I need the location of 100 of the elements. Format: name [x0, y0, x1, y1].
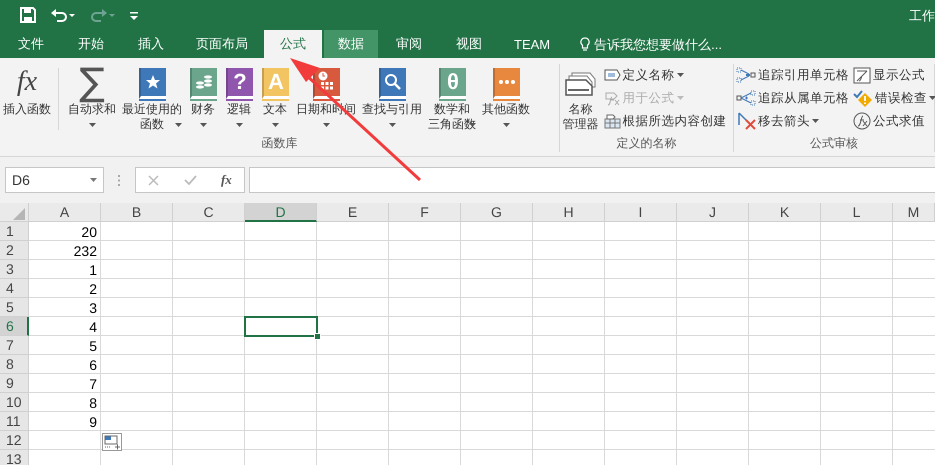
button-label: 财务	[191, 102, 215, 117]
function-tag-icon	[604, 90, 621, 106]
button-label: 查找与引用	[362, 102, 422, 117]
column-header[interactable]: J	[677, 203, 749, 222]
column-header[interactable]: H	[533, 203, 605, 222]
ribbon-menu-button[interactable]: 追踪引用单元格	[736, 64, 849, 86]
ribbon-button[interactable]: ∑ 自动求和	[65, 64, 119, 134]
column-header[interactable]: E	[317, 203, 389, 222]
button-label: 最近使用的 函数	[122, 102, 182, 132]
book-icon: θ	[438, 68, 466, 98]
ribbon-tab[interactable]: 公式	[264, 30, 322, 58]
trace-arrows-icon	[736, 90, 756, 106]
column-header[interactable]: A	[29, 203, 101, 222]
row-header[interactable]: 12	[0, 431, 29, 450]
button-label: 定义名称	[622, 66, 675, 84]
button-label: 根据所选内容创建	[622, 112, 727, 130]
column-header[interactable]: L	[821, 203, 893, 222]
table-create-icon	[604, 114, 621, 128]
button-label: 名称 管理器	[562, 102, 599, 132]
ribbon-tab[interactable]: 审阅	[380, 30, 438, 58]
row-header[interactable]: 10	[0, 393, 29, 412]
ribbon-button[interactable]: 名称 管理器	[560, 64, 602, 134]
button-label: 追踪从属单元格	[758, 90, 849, 106]
trace-arrows-icon	[736, 67, 756, 83]
column-header[interactable]: B	[101, 203, 173, 222]
ribbon-menu-button[interactable]: 移去箭头	[736, 110, 849, 132]
tell-me-field[interactable]: 告诉我您想要做什么...	[580, 30, 754, 58]
table-cell-text: 20	[80, 222, 98, 241]
column-header[interactable]: K	[749, 203, 821, 222]
row-header[interactable]: 3	[0, 260, 29, 279]
row-header[interactable]: 7	[0, 336, 29, 355]
book-icon: ?	[226, 68, 252, 98]
ribbon-tab[interactable]: 页面布局	[182, 30, 262, 58]
row-header[interactable]: 9	[0, 374, 29, 393]
button-label: 文本	[263, 102, 287, 117]
row-header[interactable]: 2	[0, 241, 29, 260]
column-header[interactable]: C	[173, 203, 245, 222]
caret-icon	[90, 178, 97, 182]
table-cell-text: 5	[88, 336, 98, 355]
ribbon-button[interactable]: 财务	[185, 64, 221, 134]
ribbon-menu-button[interactable]: 错误检查	[853, 87, 935, 109]
column-header[interactable]: M	[893, 203, 935, 222]
ribbon-tab[interactable]: 开始	[62, 30, 120, 58]
row-header[interactable]: 4	[0, 279, 29, 298]
row-header[interactable]: 11	[0, 412, 29, 431]
row-header[interactable]: 6	[0, 317, 29, 336]
table-cell-text: 1	[88, 260, 98, 279]
error-check-icon	[853, 90, 873, 106]
button-label: 公式求值	[873, 112, 925, 130]
ribbon-button[interactable]: 查找与引用	[359, 64, 425, 134]
table-cell-text: 7	[88, 374, 98, 393]
button-label: 逻辑	[227, 102, 251, 117]
table-cell-text: 6	[88, 356, 98, 374]
ribbon-button[interactable]: A 文本	[257, 64, 293, 134]
paste-options-icon[interactable]	[102, 433, 122, 451]
group-label: 定义的名称	[615, 135, 678, 152]
table-cell-text: 3	[88, 298, 98, 317]
show-formulas-icon	[853, 66, 871, 84]
ribbon-tab[interactable]: TEAM	[500, 30, 564, 58]
ribbon-tab[interactable]: 数据	[324, 30, 378, 58]
button-label: 移去箭头	[758, 112, 810, 130]
ribbon-tab[interactable]: 视图	[440, 30, 498, 58]
ribbon-menu-button[interactable]: 公式求值	[853, 110, 935, 132]
ribbon-button[interactable]: fx 插入函数	[0, 64, 54, 134]
table-cell-text: 2	[88, 280, 98, 298]
formula-input[interactable]	[249, 167, 935, 193]
row-header[interactable]: 1	[0, 222, 29, 241]
row-header[interactable]: 5	[0, 298, 29, 317]
group-label: 公式审核	[809, 135, 859, 152]
ribbon-menu-button[interactable]: 定义名称	[604, 64, 727, 86]
save-icon[interactable]	[20, 7, 36, 23]
column-header[interactable]: G	[461, 203, 533, 222]
column-header[interactable]: I	[605, 203, 677, 222]
customize-icon[interactable]	[130, 10, 138, 20]
group-label: 函数库	[260, 135, 298, 152]
ribbon-button[interactable]: 其他函数	[479, 64, 533, 134]
ribbon-button[interactable]: 最近使用的 函数	[119, 64, 185, 134]
ribbon-button[interactable]: ? 逻辑	[221, 64, 257, 134]
ribbon-tab[interactable]: 插入	[122, 30, 180, 58]
remove-arrows-icon	[736, 112, 756, 130]
lightbulb-icon	[580, 36, 590, 52]
ribbon-menu-button[interactable]: 显示公式	[853, 64, 935, 86]
row-header[interactable]: 13	[0, 450, 29, 465]
undo-icon[interactable]	[50, 7, 76, 23]
book-icon: A	[262, 68, 288, 98]
name-box[interactable]: D6	[5, 167, 104, 193]
button-label: 自动求和	[68, 102, 116, 117]
insert-function-button[interactable]: fx	[220, 172, 232, 188]
table-cell-text: 9	[88, 412, 98, 431]
button-label: 插入函数	[3, 102, 51, 117]
ribbon-menu-button[interactable]: 追踪从属单元格	[736, 87, 849, 109]
ribbon-menu-button[interactable]: 根据所选内容创建	[604, 110, 727, 132]
table-cell-text: 8	[88, 394, 98, 412]
column-header[interactable]: F	[389, 203, 461, 222]
button-label: 错误检查	[875, 90, 927, 106]
evaluate-icon	[853, 112, 871, 130]
ribbon-tab[interactable]: 文件	[2, 30, 60, 58]
button-label: 其他函数	[482, 102, 530, 117]
column-header[interactable]: D	[245, 203, 317, 222]
row-header[interactable]: 8	[0, 355, 29, 374]
